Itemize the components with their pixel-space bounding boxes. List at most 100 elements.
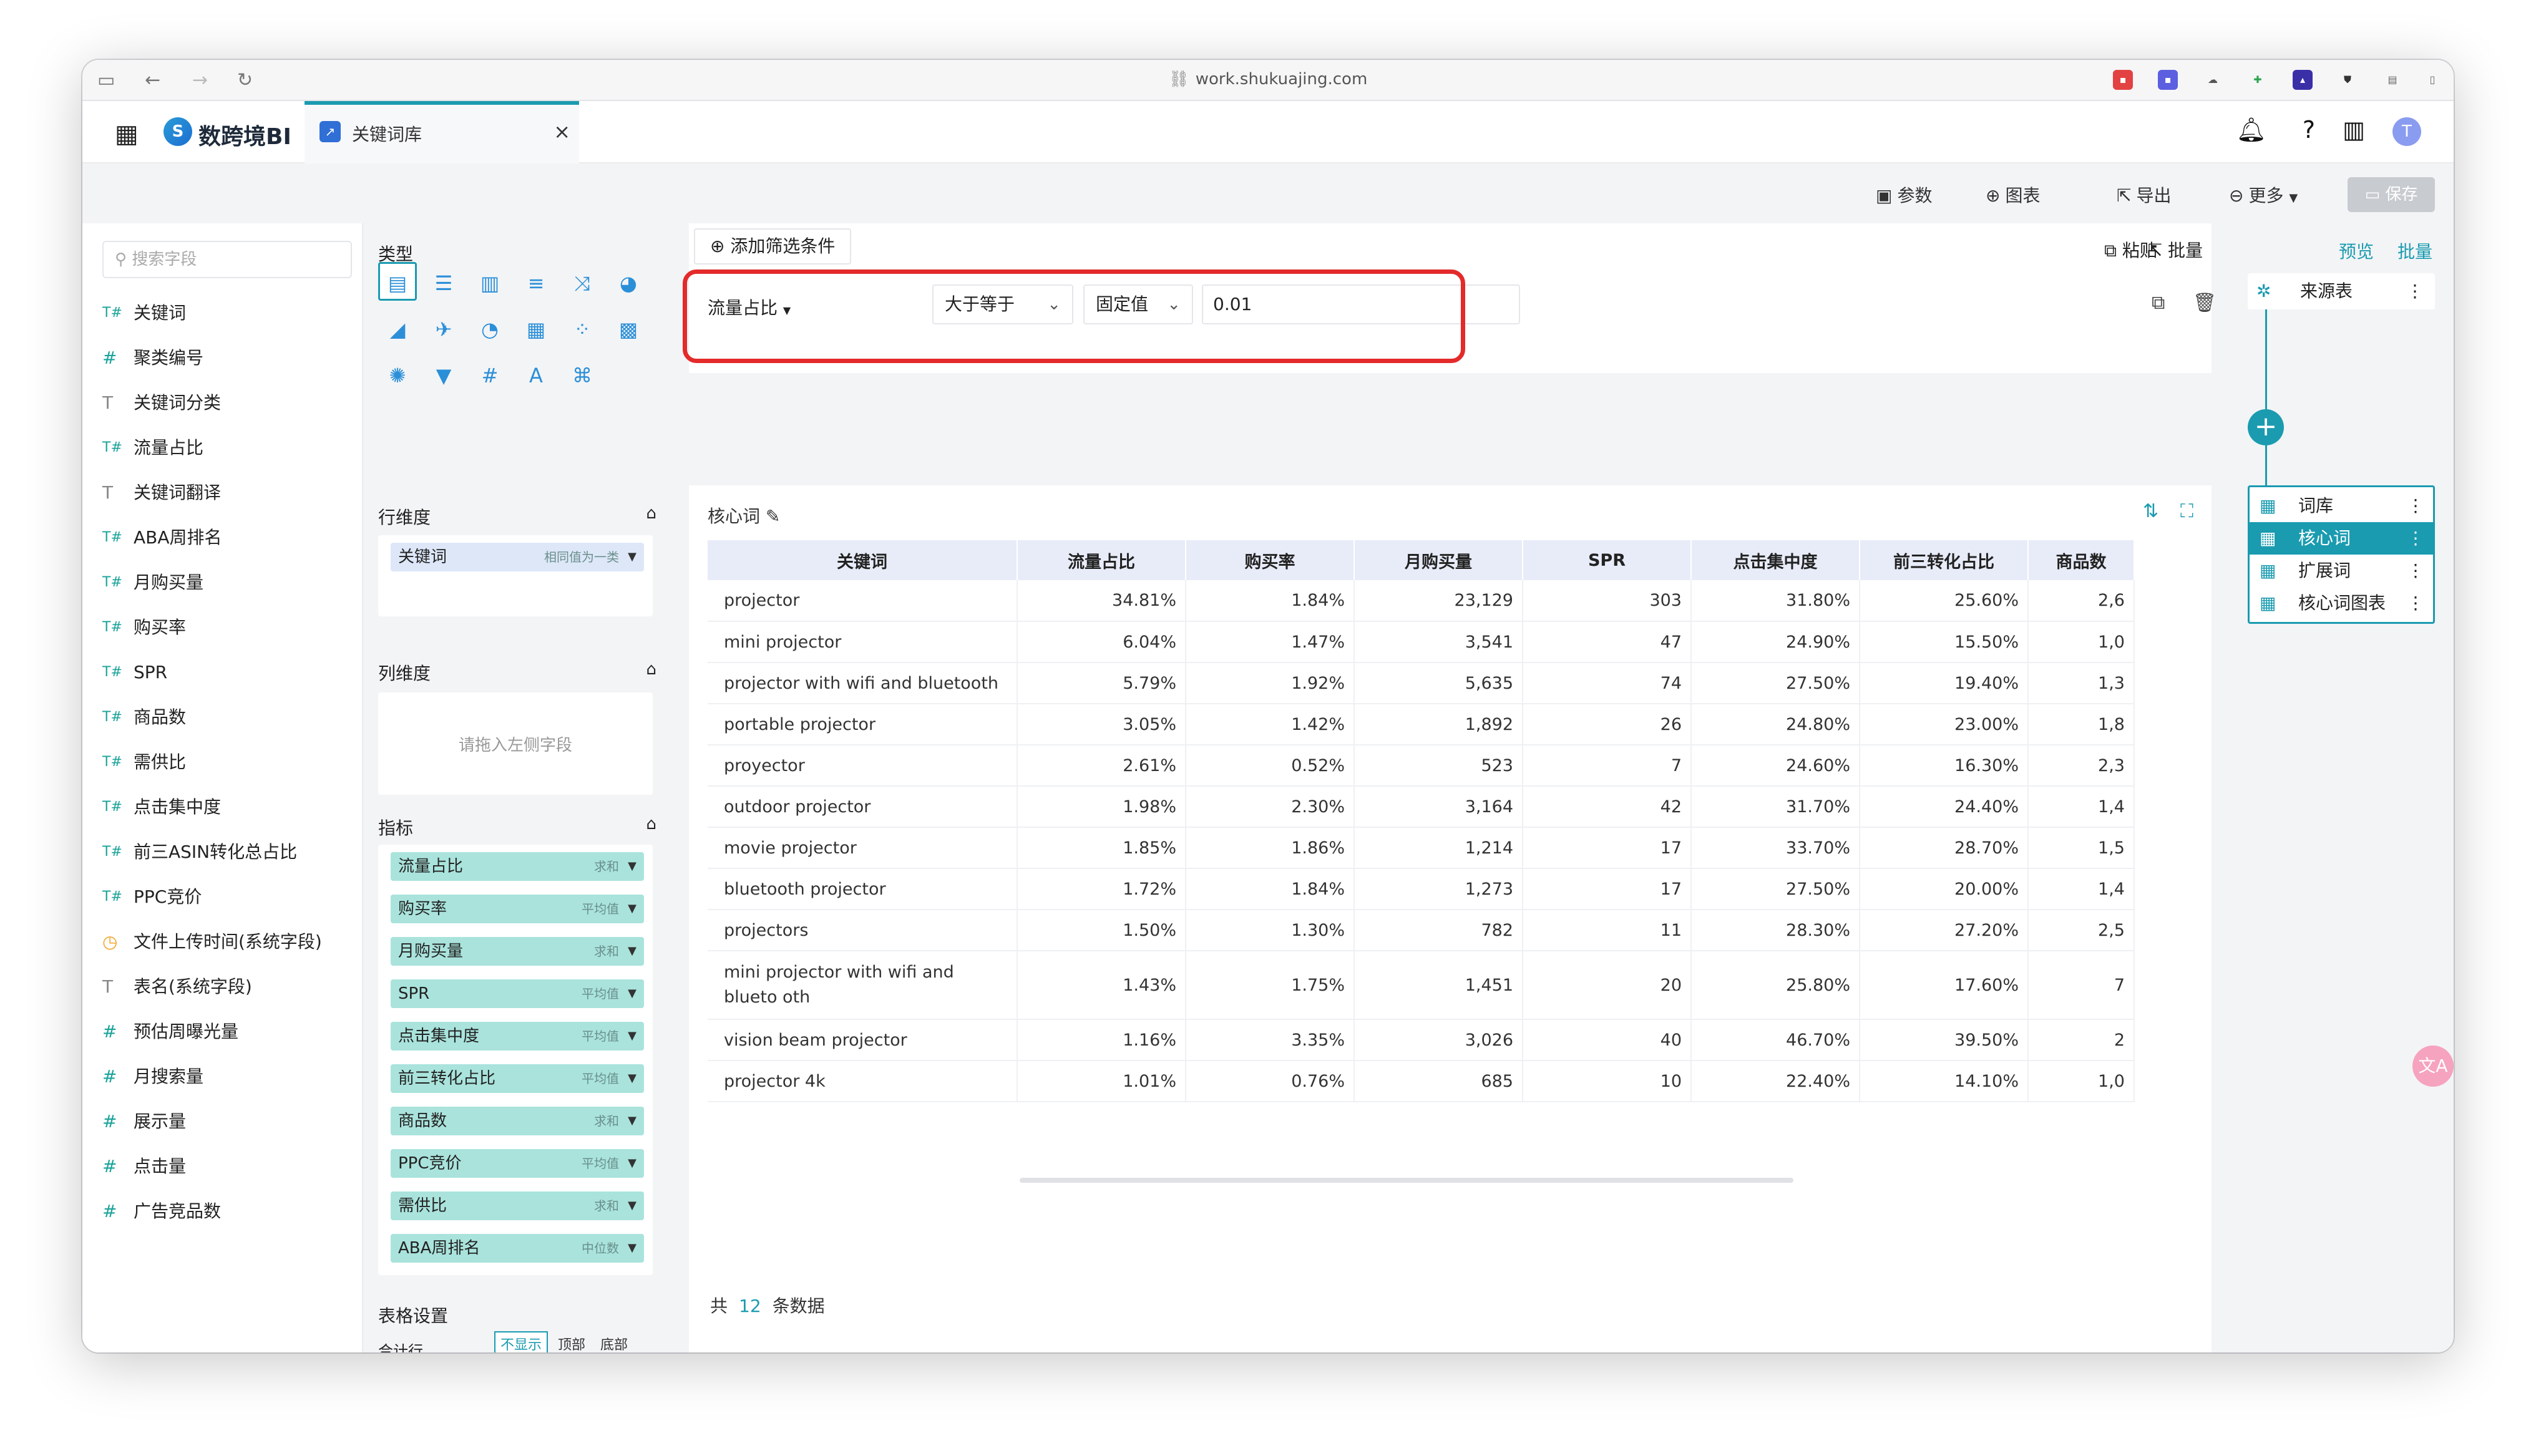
chart-button[interactable]: ⊕ 图表 [1986,182,2040,207]
column-header[interactable]: 购买率 [1186,540,1355,580]
translate-icon[interactable]: 文A [2412,1046,2454,1087]
more-vertical-icon[interactable]: ⋮ [2407,490,2424,522]
table-row[interactable]: projectors 1.50% 1.30% 782 11 28.30% 27.20% 2,5 [708,910,2135,951]
chevron-down-icon[interactable]: ▼ [628,979,636,1008]
table-row[interactable]: projector 34.81% 1.84% 23,129 303 31.80% 25.60… [708,580,2135,622]
pie-chart-type-icon[interactable]: ◕ [609,264,648,303]
metric-chip[interactable]: 购买率 平均值 ▼ [391,895,644,923]
chevron-down-icon[interactable]: ▼ [628,937,636,966]
field-item[interactable]: T# 关键词 [102,291,352,336]
field-item[interactable]: T 表名(系统字段) [102,964,352,1009]
field-item[interactable]: # 预估周曝光量 [102,1009,352,1054]
add-filter-button[interactable]: ⊕ 添加筛选条件 [694,228,852,265]
preview-link[interactable]: 预览 [2339,238,2374,263]
column-header[interactable]: 流量占比 [1017,540,1186,580]
column-header[interactable]: 前三转化占比 [1860,540,2029,580]
line-chart-type-icon[interactable]: ⤨ [563,264,602,303]
word-cloud-type-icon[interactable]: A [517,356,555,395]
copy-icon[interactable]: ⧉ [2152,292,2165,314]
fullscreen-icon[interactable]: ⛶ [2180,500,2193,522]
row-dim-settings-icon[interactable]: ⌂ [646,504,656,523]
table-row[interactable]: mini projector 6.04% 1.47% 3,541 47 24.90% 15.… [708,621,2135,663]
trash-icon[interactable]: 🗑︎ [2193,292,2217,314]
split-view-icon[interactable]: ▯ [2422,70,2442,90]
save-button[interactable]: ▭ 保存 [2348,177,2435,212]
source-table-node[interactable]: ✲ 来源表 ⋮ [2248,273,2435,309]
field-item[interactable]: T# 月购买量 [102,560,352,605]
table-row[interactable]: mini projector with wifi and blueto oth 1… [708,951,2135,1020]
gauge-type-icon[interactable]: ◔ [471,310,509,349]
chevron-down-icon[interactable]: ▼ [628,895,636,923]
column-header[interactable]: 商品数 [2028,540,2135,580]
flow-node[interactable]: ▦ 核心词图表 ⋮ [2250,587,2433,619]
field-item[interactable]: # 点击量 [102,1144,352,1189]
field-item[interactable]: # 展示量 [102,1099,352,1144]
metric-chip[interactable]: 商品数 求和 ▼ [391,1107,644,1135]
field-item[interactable]: T# SPR [102,650,352,695]
add-node-button[interactable]: + [2248,409,2284,445]
chevron-down-icon[interactable]: ▼ [628,1107,636,1135]
extension-flag-icon[interactable]: ▪ [2113,70,2133,90]
flow-node[interactable]: ▦ 扩展词 ⋮ [2250,555,2433,587]
funnel-type-icon[interactable]: ▼ [424,356,463,395]
extension-tdk-icon[interactable]: ▪ [2158,70,2178,90]
chevron-down-icon[interactable]: ▼ [628,1191,636,1220]
tab-keyword-library[interactable]: ↗ 关键词库 × [305,101,579,163]
extension-doc-icon[interactable]: ▤ [2382,70,2402,90]
extension-shield-icon[interactable]: ⛊ [2338,70,2358,90]
column-header[interactable]: SPR [1523,540,1692,580]
kpi-number-type-icon[interactable]: # [471,356,509,395]
field-item[interactable]: ◷ 文件上传时间(系统字段) [102,920,352,964]
metric-chip[interactable]: SPR 平均值 ▼ [391,979,644,1008]
table-row[interactable]: vision beam projector 1.16% 3.35% 3,026 40 46… [708,1019,2135,1061]
extension-puzzle-icon[interactable]: ✚ [2248,70,2268,90]
chevron-down-icon[interactable]: ▼ [628,1149,636,1178]
metric-chip[interactable]: ABA周排名 中位数 ▼ [391,1234,644,1263]
more-vertical-icon[interactable]: ⋮ [2407,555,2424,587]
column-header[interactable]: 点击集中度 [1691,540,1860,580]
metric-chip[interactable]: 流量占比 求和 ▼ [391,852,644,881]
params-button[interactable]: ▣ 参数 [1876,182,1932,207]
export-button[interactable]: ⇱ 导出 [2117,182,2171,207]
apps-grid-icon[interactable]: ▦ [115,120,139,148]
column-header[interactable]: 月购买量 [1354,540,1523,580]
field-item[interactable]: T# 点击集中度 [102,785,352,830]
radar-type-icon[interactable]: ✺ [378,356,417,395]
edit-icon[interactable]: ✎ [766,506,780,527]
total-row-option-hidden[interactable]: 不显示 [494,1331,549,1352]
table-row[interactable]: portable projector 3.05% 1.42% 1,892 26 24.80… [708,704,2135,745]
extension-cap-icon[interactable]: ▴ [2293,70,2313,90]
chevron-down-icon[interactable]: ▼ [628,852,636,881]
row-chip-keyword[interactable]: 关键词 相同值为一类 ▼ [391,543,644,571]
col-dim-settings-icon[interactable]: ⌂ [646,660,656,679]
horizontal-bar-type-icon[interactable]: ≡ [517,264,555,303]
field-item[interactable]: T 关键词分类 [102,381,352,425]
bar-chart-type-icon[interactable]: ▥ [471,264,509,303]
address-bar[interactable]: ⛓ work.shukuajing.com [82,70,2454,89]
relation-type-icon[interactable]: ⌘ [563,356,602,395]
metrics-zone[interactable]: 流量占比 求和 ▼ 购买率 平均值 ▼ 月购买量 求和 ▼ SPR 平均值 ▼ 点击集中度 平均值 ▼ 前三转… [378,845,653,1275]
table-row[interactable]: projector with wifi and bluetooth 5.79% 1.… [708,662,2135,704]
avatar[interactable]: T [2392,117,2421,146]
detail-table-type-icon[interactable]: ☰ [424,264,463,303]
horizontal-scrollbar[interactable] [1020,1178,1793,1183]
field-item[interactable]: T# 购买率 [102,605,352,650]
metric-chip[interactable]: 点击集中度 平均值 ▼ [391,1022,644,1051]
metric-chip[interactable]: 前三转化占比 平均值 ▼ [391,1064,644,1093]
help-icon[interactable]: ? [2303,116,2315,143]
metric-chip[interactable]: 需供比 求和 ▼ [391,1191,644,1220]
treemap-type-icon[interactable]: ▩ [609,310,648,349]
sort-icon[interactable]: ⇅ [2143,500,2158,522]
field-item[interactable]: T 关键词翻译 [102,470,352,515]
table-row[interactable]: bluetooth projector 1.72% 1.84% 1,273 17 27.5… [708,868,2135,910]
chevron-down-icon[interactable]: ▼ [628,543,636,571]
field-item[interactable]: T# 前三ASIN转化总占比 [102,830,352,875]
more-vertical-icon[interactable]: ⋮ [2406,273,2424,309]
chevron-down-icon[interactable]: ▼ [628,1064,636,1093]
table-row[interactable]: outdoor projector 1.98% 2.30% 3,164 42 31.70%… [708,786,2135,828]
row-dim-zone[interactable]: 关键词 相同值为一类 ▼ [378,535,653,616]
more-vertical-icon[interactable]: ⋮ [2407,522,2424,555]
extension-cloud-icon[interactable]: ☁ [2203,70,2223,90]
table-row[interactable]: movie projector 1.85% 1.86% 1,214 17 33.70% 28… [708,827,2135,869]
field-item[interactable]: T# 需供比 [102,740,352,785]
